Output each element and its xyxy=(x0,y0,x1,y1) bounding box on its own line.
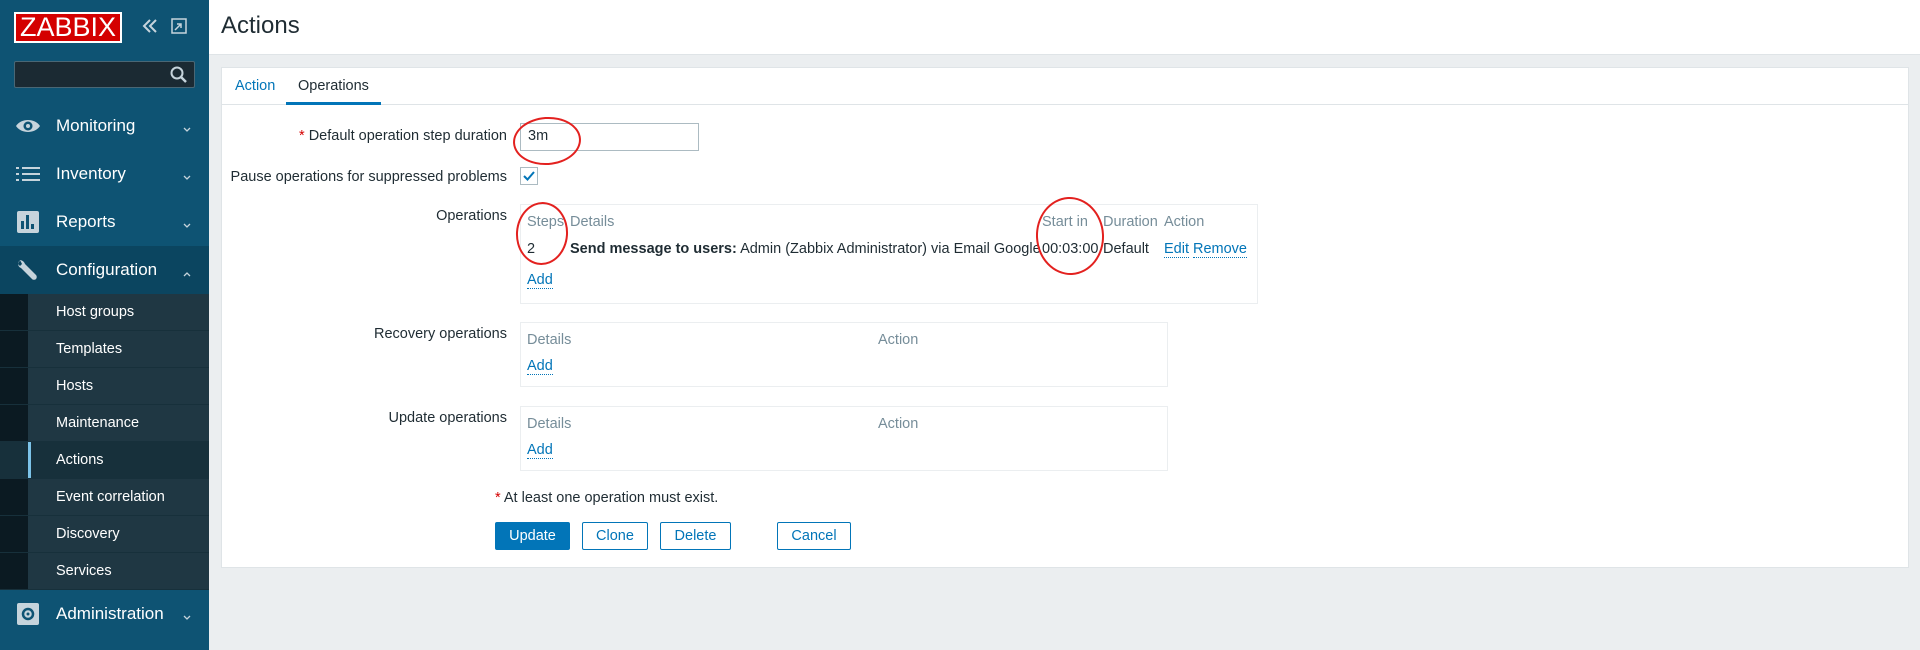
operation-details-target: Admin (Zabbix Administrator) via Email G… xyxy=(740,241,1041,257)
submenu-label: Actions xyxy=(56,452,104,468)
submenu-item-host-groups[interactable]: Host groups xyxy=(0,294,209,331)
active-tab-indicator xyxy=(286,102,381,105)
operations-table: Steps Details Start in Duration Action 2… xyxy=(520,204,1258,304)
col-details: Details xyxy=(570,214,615,230)
required-mark: * xyxy=(299,128,305,144)
required-note-text: At least one operation must exist. xyxy=(503,490,719,506)
required-mark: * xyxy=(495,490,501,506)
update-operations-table: Details Action Add xyxy=(520,406,1168,471)
page-header xyxy=(209,0,1920,55)
menu-label: Configuration xyxy=(56,260,158,279)
operations-label: Operations xyxy=(436,208,507,224)
page-title: Actions xyxy=(221,12,300,39)
search-icon[interactable] xyxy=(170,66,188,84)
menu-item-monitoring[interactable]: Monitoring xyxy=(0,102,209,150)
step-duration-label-text: Default operation step duration xyxy=(308,128,507,144)
submenu-item-actions[interactable]: Actions xyxy=(0,442,209,479)
menu-item-reports[interactable]: Reports xyxy=(0,198,209,246)
operations-add-link[interactable]: Add xyxy=(527,272,553,289)
col-details: Details xyxy=(527,332,572,348)
update-operations-label: Update operations xyxy=(388,410,508,426)
submenu-label: Templates xyxy=(56,341,123,357)
menu-label: Monitoring xyxy=(56,116,136,135)
submenu-item-hosts[interactable]: Hosts xyxy=(0,368,209,405)
configuration-submenu: Host groups Templates Hosts Maintenance … xyxy=(0,294,209,590)
update-add-link[interactable]: Add xyxy=(527,442,553,459)
tab-action[interactable]: Action xyxy=(235,78,275,94)
cancel-button[interactable]: Cancel xyxy=(777,522,851,550)
sidebar: ZABBIX Monitoring Inventory Reports Conf… xyxy=(0,0,209,650)
gear-icon xyxy=(14,602,42,626)
submenu-label: Hosts xyxy=(56,378,94,394)
menu-item-administration[interactable]: Administration xyxy=(0,590,209,638)
submenu-item-maintenance[interactable]: Maintenance xyxy=(0,405,209,442)
operation-remove-link[interactable]: Remove xyxy=(1193,241,1247,258)
chevron-down-icon xyxy=(182,168,192,180)
eye-icon xyxy=(14,114,42,138)
delete-button[interactable]: Delete xyxy=(660,522,731,550)
submenu-item-templates[interactable]: Templates xyxy=(0,331,209,368)
step-duration-label: * Default operation step duration xyxy=(299,128,507,144)
submenu-label: Services xyxy=(56,563,112,579)
action-form-panel: Action Operations * Default operation st… xyxy=(221,67,1909,568)
menu-label: Administration xyxy=(56,604,164,623)
menu-label: Inventory xyxy=(56,164,126,183)
submenu-item-event-correlation[interactable]: Event correlation xyxy=(0,479,209,516)
operation-edit-link[interactable]: Edit xyxy=(1164,241,1189,258)
col-details: Details xyxy=(527,416,572,432)
sidebar-search-input[interactable] xyxy=(14,61,195,88)
update-button[interactable]: Update xyxy=(495,522,570,550)
submenu-item-discovery[interactable]: Discovery xyxy=(0,516,209,553)
menu-label: Reports xyxy=(56,212,116,231)
recovery-add-link[interactable]: Add xyxy=(527,358,553,375)
main-menu: Monitoring Inventory Reports Configurati… xyxy=(0,102,209,638)
submenu-label: Event correlation xyxy=(56,489,165,505)
chevron-down-icon xyxy=(182,216,192,228)
tab-operations[interactable]: Operations xyxy=(298,78,369,94)
operation-details: Send message to users: Admin (Zabbix Adm… xyxy=(570,241,1041,257)
kiosk-mode-icon[interactable] xyxy=(171,18,187,34)
chevron-down-icon xyxy=(182,608,192,620)
chevron-down-icon xyxy=(182,120,192,132)
submenu-label: Maintenance xyxy=(56,415,140,431)
chevron-up-icon xyxy=(182,264,192,277)
submenu-item-services[interactable]: Services xyxy=(0,553,209,590)
submenu-label: Host groups xyxy=(56,304,135,320)
col-duration: Duration xyxy=(1103,214,1158,230)
recovery-operations-label: Recovery operations xyxy=(374,326,507,342)
col-action: Action xyxy=(878,332,919,348)
submenu-label: Discovery xyxy=(56,526,120,542)
bar-chart-icon xyxy=(14,210,42,234)
pause-suppressed-label: Pause operations for suppressed problems xyxy=(230,169,507,185)
menu-item-inventory[interactable]: Inventory xyxy=(0,150,209,198)
col-action: Action xyxy=(878,416,919,432)
collapse-sidebar-icon[interactable] xyxy=(140,16,160,38)
recovery-operations-table: Details Action Add xyxy=(520,322,1168,387)
operation-details-type: Send message to users: xyxy=(570,241,737,257)
col-action: Action xyxy=(1164,214,1205,230)
clone-button[interactable]: Clone xyxy=(582,522,648,550)
list-icon xyxy=(14,162,42,186)
menu-item-configuration[interactable]: Configuration xyxy=(0,246,209,294)
pause-suppressed-checkbox[interactable] xyxy=(520,167,538,185)
wrench-icon xyxy=(14,258,42,282)
required-note: * At least one operation must exist. xyxy=(495,490,718,506)
operation-duration: Default xyxy=(1103,241,1149,257)
zabbix-logo[interactable]: ZABBIX xyxy=(14,12,122,43)
tab-bar: Action Operations xyxy=(222,68,1908,105)
